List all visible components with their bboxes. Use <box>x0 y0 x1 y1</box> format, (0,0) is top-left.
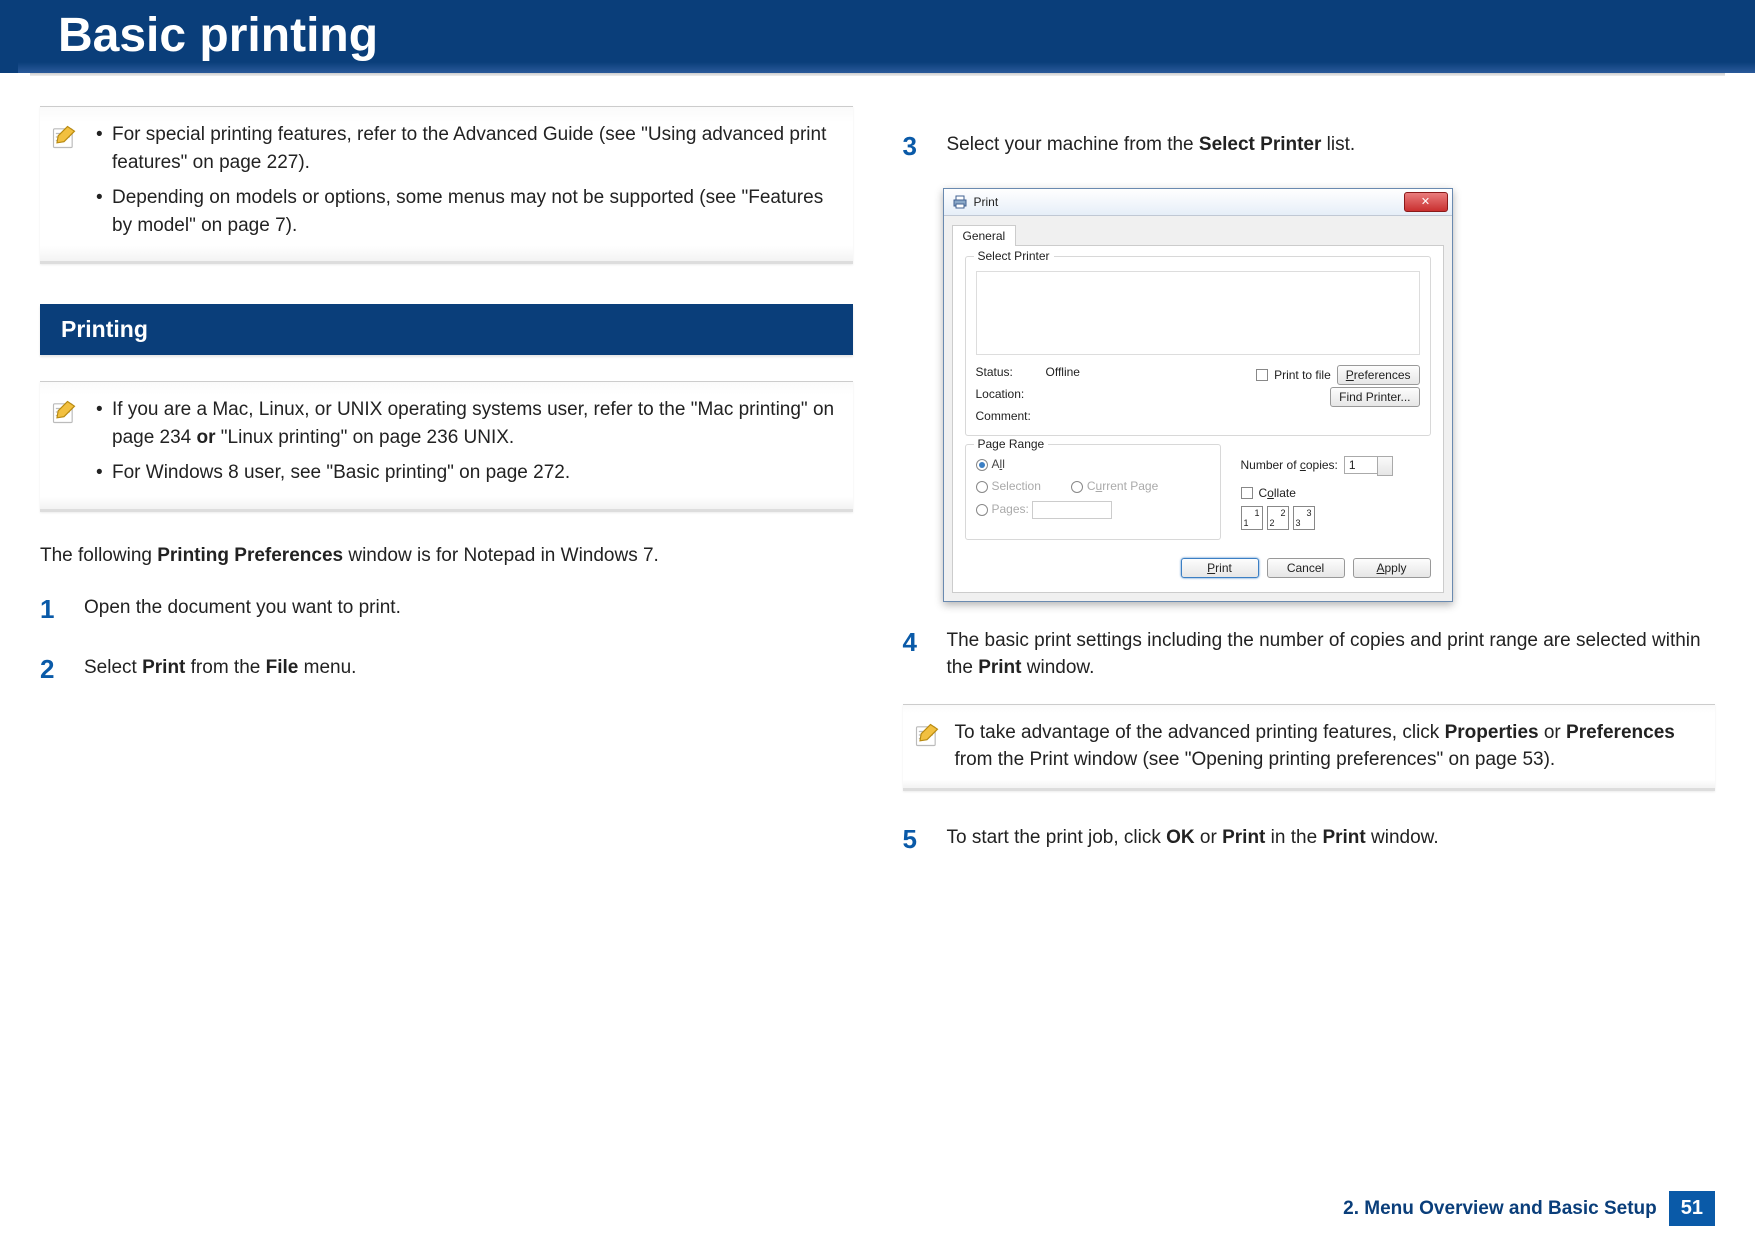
right-column: 3 Select your machine from the Select Pr… <box>903 106 1716 881</box>
radio-current-page[interactable] <box>1071 481 1083 493</box>
comment-label: Comment: <box>976 409 1046 423</box>
section-heading-printing: Printing <box>40 304 853 355</box>
note-content: If you are a Mac, Linux, or UNIX operati… <box>92 396 843 495</box>
step-number: 4 <box>903 624 927 682</box>
copies-label: Number of copies: <box>1241 458 1338 472</box>
chapter-label: 2. Menu Overview and Basic Setup <box>1343 1198 1657 1220</box>
step-body: Select Print from the File menu. <box>84 651 853 689</box>
apply-button[interactable]: Apply <box>1353 558 1431 578</box>
tab-panel: Select Printer Status: Offline Print to … <box>952 245 1444 593</box>
step-3: 3 Select your machine from the Select Pr… <box>903 128 1716 166</box>
radio-all[interactable] <box>976 459 988 471</box>
copies-spinner[interactable]: 1 <box>1344 456 1380 474</box>
dialog-footer: Print Cancel Apply <box>965 558 1431 578</box>
opt-selection-label: Selection <box>992 479 1041 493</box>
note-icon <box>913 721 941 749</box>
note1-item-0: For special printing features, refer to … <box>92 121 843 176</box>
status-label: Status: <box>976 365 1046 385</box>
step-number: 5 <box>903 821 927 859</box>
intro-text: The following Printing Preferences windo… <box>40 542 853 570</box>
page-range-legend: Page Range <box>974 437 1049 451</box>
opt-current-label: Current Page <box>1087 479 1158 493</box>
print-dialog-screenshot: Print ✕ General Select Printer Status: O… <box>943 188 1716 602</box>
collate-checkbox[interactable] <box>1241 487 1253 499</box>
collate-label: Collate <box>1259 486 1296 500</box>
printer-icon <box>952 195 968 209</box>
opt-all-label: All <box>992 457 1005 471</box>
note-content: For special printing features, refer to … <box>92 121 843 247</box>
note-box-1: For special printing features, refer to … <box>40 106 853 264</box>
print-to-file-checkbox[interactable] <box>1256 369 1268 381</box>
print-dialog: Print ✕ General Select Printer Status: O… <box>943 188 1453 602</box>
close-button[interactable]: ✕ <box>1404 192 1448 212</box>
cancel-button[interactable]: Cancel <box>1267 558 1345 578</box>
preferences-label: references <box>1354 368 1411 382</box>
step-4: 4 The basic print settings including the… <box>903 624 1716 682</box>
dialog-body: General Select Printer Status: Offline P… <box>944 216 1452 601</box>
title-bar: Basic printing <box>0 0 1755 73</box>
page-number: 51 <box>1669 1191 1715 1226</box>
note-box-2: If you are a Mac, Linux, or UNIX operati… <box>40 381 853 512</box>
radio-selection[interactable] <box>976 481 988 493</box>
dialog-titlebar: Print ✕ <box>944 189 1452 216</box>
step-number: 2 <box>40 651 64 689</box>
note1-item-1: Depending on models or options, some men… <box>92 184 843 239</box>
note-content: To take advantage of the advanced printi… <box>955 719 1706 774</box>
opt-pages-label: Pages: <box>992 502 1029 516</box>
collate-illustration: 1 2 3 <box>1241 506 1421 530</box>
note-icon <box>50 123 78 151</box>
find-printer-button[interactable]: Find Printer... <box>1330 387 1419 407</box>
pages-input[interactable] <box>1032 501 1112 519</box>
select-printer-list[interactable] <box>976 271 1420 355</box>
select-printer-fieldset: Select Printer Status: Offline Print to … <box>965 256 1431 436</box>
copies-section: Number of copies: 1 Collate 1 2 <box>1231 444 1431 540</box>
preferences-button[interactable]: Preferences <box>1337 365 1420 385</box>
content-area: For special printing features, refer to … <box>0 76 1755 881</box>
location-label: Location: <box>976 387 1046 407</box>
step-1: 1 Open the document you want to print. <box>40 591 853 629</box>
page-range-fieldset: Page Range All Selection Current Page Pa… <box>965 444 1221 540</box>
page-title: Basic printing <box>58 9 378 62</box>
step-body: To start the print job, click OK or Prin… <box>947 821 1716 859</box>
note-box-3: To take advantage of the advanced printi… <box>903 704 1716 791</box>
tab-general[interactable]: General <box>952 225 1017 246</box>
page-footer: 2. Menu Overview and Basic Setup 51 <box>1343 1191 1715 1226</box>
step-body: The basic print settings including the n… <box>947 624 1716 682</box>
step-number: 3 <box>903 128 927 166</box>
left-column: For special printing features, refer to … <box>40 106 853 881</box>
note-icon <box>50 398 78 426</box>
print-to-file-label: Print to file <box>1274 368 1331 382</box>
step-body: Open the document you want to print. <box>84 591 853 629</box>
note2-item-1: For Windows 8 user, see "Basic printing"… <box>92 459 843 487</box>
status-value: Offline <box>1046 365 1080 385</box>
dialog-title: Print <box>974 195 999 209</box>
step-number: 1 <box>40 591 64 629</box>
select-printer-legend: Select Printer <box>974 249 1054 263</box>
step-body: Select your machine from the Select Prin… <box>947 128 1716 166</box>
print-button[interactable]: Print <box>1181 558 1259 578</box>
step-2: 2 Select Print from the File menu. <box>40 651 853 689</box>
step-5: 5 To start the print job, click OK or Pr… <box>903 821 1716 859</box>
note2-item-0: If you are a Mac, Linux, or UNIX operati… <box>92 396 843 451</box>
radio-pages[interactable] <box>976 504 988 516</box>
